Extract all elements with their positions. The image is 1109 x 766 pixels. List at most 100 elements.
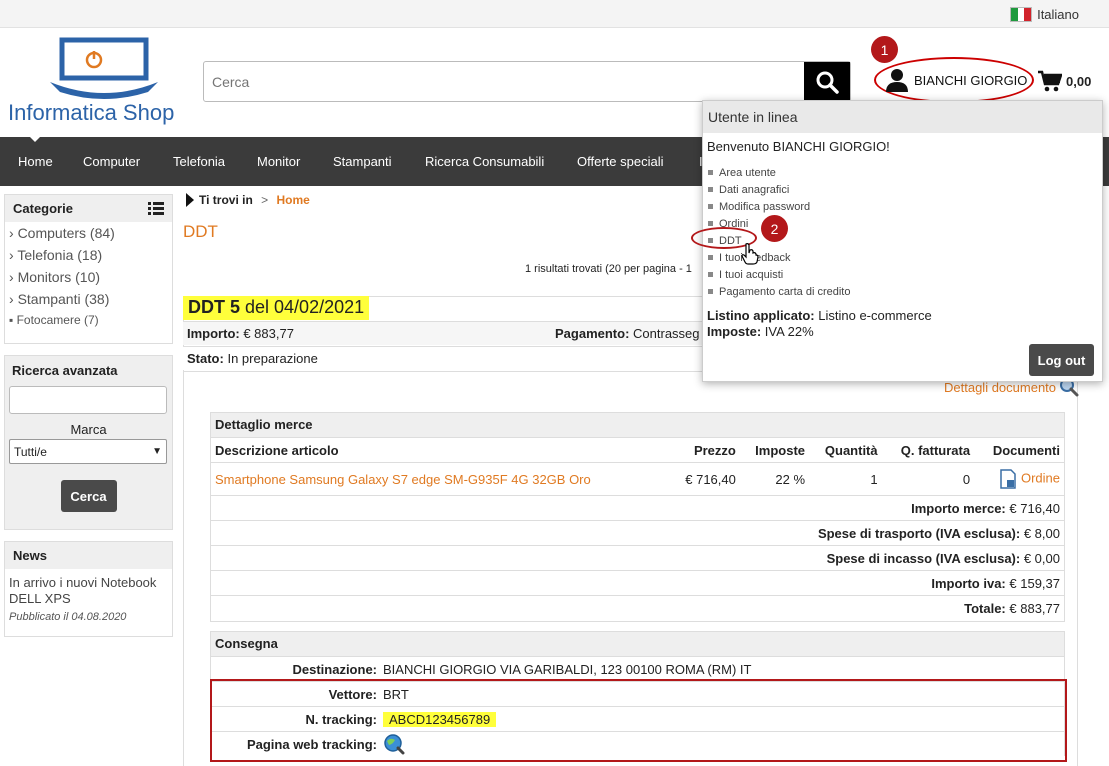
chevron-down-icon: ▼	[152, 446, 162, 457]
category-computers[interactable]: › Computers (84)	[5, 222, 172, 244]
cart-icon	[1038, 70, 1062, 92]
category-telefonia[interactable]: › Telefonia (18)	[5, 244, 172, 266]
document-link-label: Ordine	[1020, 470, 1060, 486]
category-label: Monitors (10)	[17, 269, 101, 285]
summary-label: Totale:	[964, 600, 1006, 616]
menu-item-area-utente[interactable]: Area utente	[708, 164, 1097, 181]
news-title: News	[5, 542, 172, 569]
search-button[interactable]	[804, 62, 850, 101]
logout-button[interactable]: Log out	[1029, 344, 1094, 376]
col-documenti: Documenti	[974, 437, 1064, 463]
imposte-label: Imposte:	[707, 324, 762, 339]
summary-value: € 159,37	[1009, 575, 1060, 591]
item-description-link[interactable]: Smartphone Samsung Galaxy S7 edge SM-G93…	[211, 462, 670, 496]
news-text[interactable]: In arrivo i nuovi Notebook DELL XPS	[5, 569, 172, 609]
item-tax: 22 %	[739, 462, 810, 496]
pagamento-label: Pagamento:	[555, 326, 630, 341]
triangle-right-icon	[186, 193, 194, 207]
caret-down-icon	[30, 137, 40, 142]
categories-header: Categorie	[5, 195, 172, 222]
language-label: Italiano	[1037, 7, 1079, 22]
news-box: News In arrivo i nuovi Notebook DELL XPS…	[4, 541, 173, 637]
brand-select-value: Tutti/e	[14, 444, 47, 459]
menu-item-pagamento-carta[interactable]: Pagamento carta di credito	[708, 283, 1097, 300]
item-price: € 716,40	[669, 462, 740, 496]
summary-label: Importo iva:	[931, 575, 1006, 591]
breadcrumb-home[interactable]: Home	[276, 193, 309, 207]
nav-telefonia[interactable]: Telefonia	[173, 154, 225, 169]
step-2-badge: 2	[761, 215, 788, 242]
importo-label: Importo:	[187, 326, 240, 341]
stato-label: Stato:	[187, 351, 224, 366]
menu-item-modifica-password[interactable]: Modifica password	[708, 198, 1097, 215]
categories-title: Categorie	[13, 201, 73, 216]
categories-box: Categorie › Computers (84) › Telefonia (…	[4, 194, 173, 344]
col-descrizione: Descrizione articolo	[211, 437, 670, 463]
summary-value: € 883,77	[1009, 600, 1060, 616]
user-icon	[886, 69, 908, 92]
summary-label: Spese di incasso (IVA esclusa):	[826, 550, 1021, 566]
breadcrumb: Ti trovi in > Home	[186, 193, 310, 207]
advanced-search-input[interactable]	[9, 386, 167, 414]
category-label: Stampanti (38)	[17, 291, 110, 307]
cart-button[interactable]: 0,00	[1038, 70, 1091, 92]
step-1-badge: 1	[871, 36, 898, 63]
ddt-date: del 04/02/2021	[240, 297, 365, 317]
summary-value: € 8,00	[1023, 525, 1060, 541]
category-monitors[interactable]: › Monitors (10)	[5, 266, 172, 288]
italy-flag-icon	[1010, 7, 1033, 22]
summary-label: Importo merce:	[911, 500, 1006, 516]
language-selector[interactable]: Italiano	[1010, 7, 1079, 22]
pagamento-value: Contrasseg	[633, 326, 700, 341]
brand-label: Marca	[70, 422, 107, 437]
consegna-title: Consegna	[211, 632, 1064, 656]
search-bar	[203, 61, 851, 102]
destination-value: BIANCHI GIORGIO VIA GARIBALDI, 123 00100…	[383, 661, 752, 677]
nav-ricerca-consumabili[interactable]: Ricerca Consumabili	[425, 154, 544, 169]
summary-value: € 716,40	[1009, 500, 1060, 516]
nav-monitor[interactable]: Monitor	[257, 154, 300, 169]
ddt-number: DDT 5	[188, 297, 241, 317]
category-label: Computers (84)	[17, 225, 115, 241]
col-imposte: Imposte	[739, 437, 810, 463]
listino-value: Listino e-commerce	[818, 308, 932, 323]
user-name: BIANCHI GIORGIO	[914, 72, 1028, 88]
results-count: 1 risultati trovati (20 per pagina - 1	[525, 263, 692, 275]
stato-value: In preparazione	[227, 351, 318, 366]
search-input[interactable]	[204, 62, 804, 101]
logo-text: Informatica Shop	[8, 100, 175, 125]
table-row: Smartphone Samsung Galaxy S7 edge SM-G93…	[211, 462, 1064, 496]
item-qty-invoiced: 0	[881, 462, 975, 496]
shop-logo[interactable]: Informatica Shop	[8, 34, 188, 129]
laptop-logo-icon	[50, 37, 158, 99]
items-table: Descrizione articolo Prezzo Imposte Quan…	[211, 437, 1064, 621]
nav-computer[interactable]: Computer	[83, 154, 140, 169]
dropdown-info: Listino applicato: Listino e-commerce Im…	[703, 304, 1102, 340]
list-icon[interactable]	[148, 202, 164, 215]
dettaglio-merce-section: Dettaglio merce Descrizione articolo Pre…	[210, 412, 1065, 622]
dettaglio-merce-title: Dettaglio merce	[211, 413, 1064, 437]
category-label: Fotocamere (7)	[16, 313, 99, 327]
user-menu-button[interactable]: BIANCHI GIORGIO	[886, 68, 1027, 92]
category-fotocamere[interactable]: ▪ Fotocamere (7)	[5, 310, 172, 330]
brand-select[interactable]: Tutti/e ▼	[9, 439, 167, 464]
menu-item-feedback[interactable]: I tuoi feedback	[708, 249, 1097, 266]
item-document-link[interactable]: Ordine	[974, 462, 1064, 496]
summary-row: Importo merce: € 716,40	[211, 495, 1064, 521]
menu-item-dati-anagrafici[interactable]: Dati anagrafici	[708, 181, 1097, 198]
tracking-annotation-box	[210, 679, 1067, 762]
nav-stampanti[interactable]: Stampanti	[333, 154, 392, 169]
nav-home[interactable]: Home	[18, 154, 53, 169]
nav-offerte-speciali[interactable]: Offerte speciali	[577, 154, 663, 169]
category-stampanti[interactable]: › Stampanti (38)	[5, 288, 172, 310]
ddt-title[interactable]: DDT 5 del 04/02/2021	[183, 296, 370, 320]
advanced-search-button[interactable]: Cerca	[60, 480, 117, 512]
importo-value: € 883,77	[243, 326, 294, 341]
menu-item-acquisti[interactable]: I tuoi acquisti	[708, 266, 1097, 283]
dropdown-title: Utente in linea	[703, 101, 1102, 133]
summary-row: Spese di trasporto (IVA esclusa): € 8,00	[211, 520, 1064, 546]
destination-label: Destinazione:	[292, 661, 377, 677]
top-bar: Italiano	[0, 0, 1109, 28]
advanced-search-box: Ricerca avanzata Marca Tutti/e ▼ Cerca	[4, 355, 173, 530]
summary-label: Spese di trasporto (IVA esclusa):	[817, 525, 1021, 541]
